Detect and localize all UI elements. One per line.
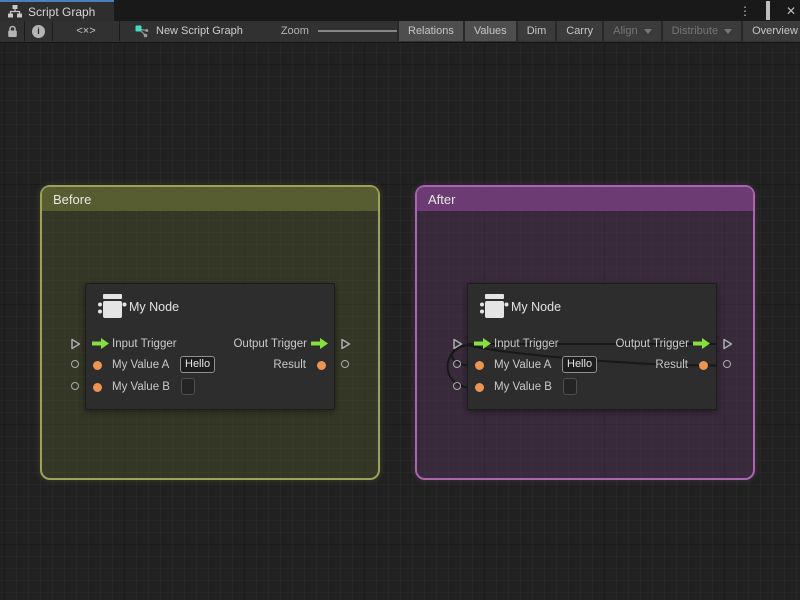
button-overview[interactable]: Overview <box>741 21 800 41</box>
external-value-input-port[interactable] <box>453 360 461 368</box>
group-label: After <box>428 192 455 207</box>
external-value-output-port[interactable] <box>723 360 731 368</box>
port-label: Input Trigger <box>112 338 177 350</box>
control-input-port-icon[interactable] <box>474 338 491 349</box>
breadcrumb[interactable]: New Script Graph <box>120 21 257 41</box>
value-input-port[interactable] <box>93 361 102 370</box>
port-label: My Value A <box>112 359 169 371</box>
visual-scripting-window: Script Graph ⋮ ✕ i <×> <box>0 0 800 600</box>
node-my-node-after[interactable]: My Node Input Trigger Output Trigger My … <box>451 283 735 410</box>
group-label: Before <box>53 192 91 207</box>
graph-canvas[interactable]: Before After My Node <box>0 43 800 600</box>
window-menu-icon[interactable]: ⋮ <box>738 4 752 18</box>
graph-hierarchy-icon <box>8 5 22 18</box>
control-output-port-icon[interactable] <box>693 338 710 349</box>
toggle-relations[interactable]: Relations <box>397 21 463 41</box>
group-after-header[interactable]: After <box>417 187 753 211</box>
tab-label: Script Graph <box>28 5 95 19</box>
toggle-label: Distribute <box>672 25 718 37</box>
code-icon: <×> <box>76 25 95 37</box>
group-before-header[interactable]: Before <box>42 187 378 211</box>
toggle-carry[interactable]: Carry <box>555 21 602 41</box>
graph-toolbar: i <×> New Script Graph Zoom <box>0 21 800 43</box>
lock-button[interactable] <box>0 21 24 41</box>
port-label: My Value B <box>112 381 170 393</box>
node-my-node-before[interactable]: My Node Input Trigger Output Trigger My … <box>69 283 353 410</box>
window-controls: ⋮ ✕ <box>738 0 798 21</box>
unit-node-icon <box>479 292 509 320</box>
info-button[interactable]: i <box>25 21 52 41</box>
control-output-port-icon[interactable] <box>311 338 328 349</box>
port-label: My Value A <box>494 359 551 371</box>
value-output-port[interactable] <box>317 361 326 370</box>
external-control-output-port[interactable] <box>340 338 351 350</box>
value-b-input-field[interactable] <box>181 378 195 395</box>
node-title: My Node <box>129 300 179 314</box>
external-control-input-port[interactable] <box>70 338 81 350</box>
node-title: My Node <box>511 300 561 314</box>
toggle-label: Carry <box>566 25 593 37</box>
toggle-dim[interactable]: Dim <box>516 21 556 41</box>
toggle-label: Values <box>474 25 507 37</box>
value-input-port[interactable] <box>93 383 102 392</box>
value-output-port[interactable] <box>699 361 708 370</box>
value-input-port[interactable] <box>475 383 484 392</box>
external-control-input-port[interactable] <box>452 338 463 350</box>
chevron-down-icon <box>644 29 652 34</box>
chevron-down-icon <box>724 29 732 34</box>
toggle-values[interactable]: Values <box>463 21 516 41</box>
dropdown-distribute[interactable]: Distribute <box>661 21 741 41</box>
value-input-port[interactable] <box>475 361 484 370</box>
external-value-input-port[interactable] <box>453 382 461 390</box>
tab-script-graph[interactable]: Script Graph <box>0 0 114 21</box>
port-label: My Value B <box>494 381 552 393</box>
port-label: Output Trigger <box>615 338 689 350</box>
port-label: Input Trigger <box>494 338 559 350</box>
toggle-label: Dim <box>527 25 547 37</box>
value-a-input-field[interactable]: Hello <box>180 356 215 373</box>
value-b-input-field[interactable] <box>563 378 577 395</box>
toggle-label: Overview <box>752 25 798 37</box>
external-value-output-port[interactable] <box>341 360 349 368</box>
unit-node-icon <box>97 292 127 320</box>
value-a-input-field[interactable]: Hello <box>562 356 597 373</box>
toolbar-toggles: Relations Values Dim Carry Align Distrib… <box>397 21 800 41</box>
port-label: Output Trigger <box>233 338 307 350</box>
external-control-output-port[interactable] <box>722 338 733 350</box>
control-input-port-icon[interactable] <box>92 338 109 349</box>
dropdown-align[interactable]: Align <box>602 21 660 41</box>
external-value-input-port[interactable] <box>71 382 79 390</box>
script-graph-icon <box>135 25 149 38</box>
port-label: Result <box>655 359 688 371</box>
zoom-label: Zoom <box>281 25 309 37</box>
toggle-label: Relations <box>408 25 454 37</box>
maximize-icon[interactable] <box>761 4 775 18</box>
breadcrumb-label: New Script Graph <box>156 25 243 37</box>
lock-icon <box>7 25 18 38</box>
tab-bar: Script Graph ⋮ ✕ <box>0 0 800 21</box>
port-label: Result <box>273 359 306 371</box>
external-value-input-port[interactable] <box>71 360 79 368</box>
close-icon[interactable]: ✕ <box>784 4 798 18</box>
toggle-label: Align <box>613 25 637 37</box>
code-preview-button[interactable]: <×> <box>53 21 119 41</box>
info-icon: i <box>32 25 45 38</box>
